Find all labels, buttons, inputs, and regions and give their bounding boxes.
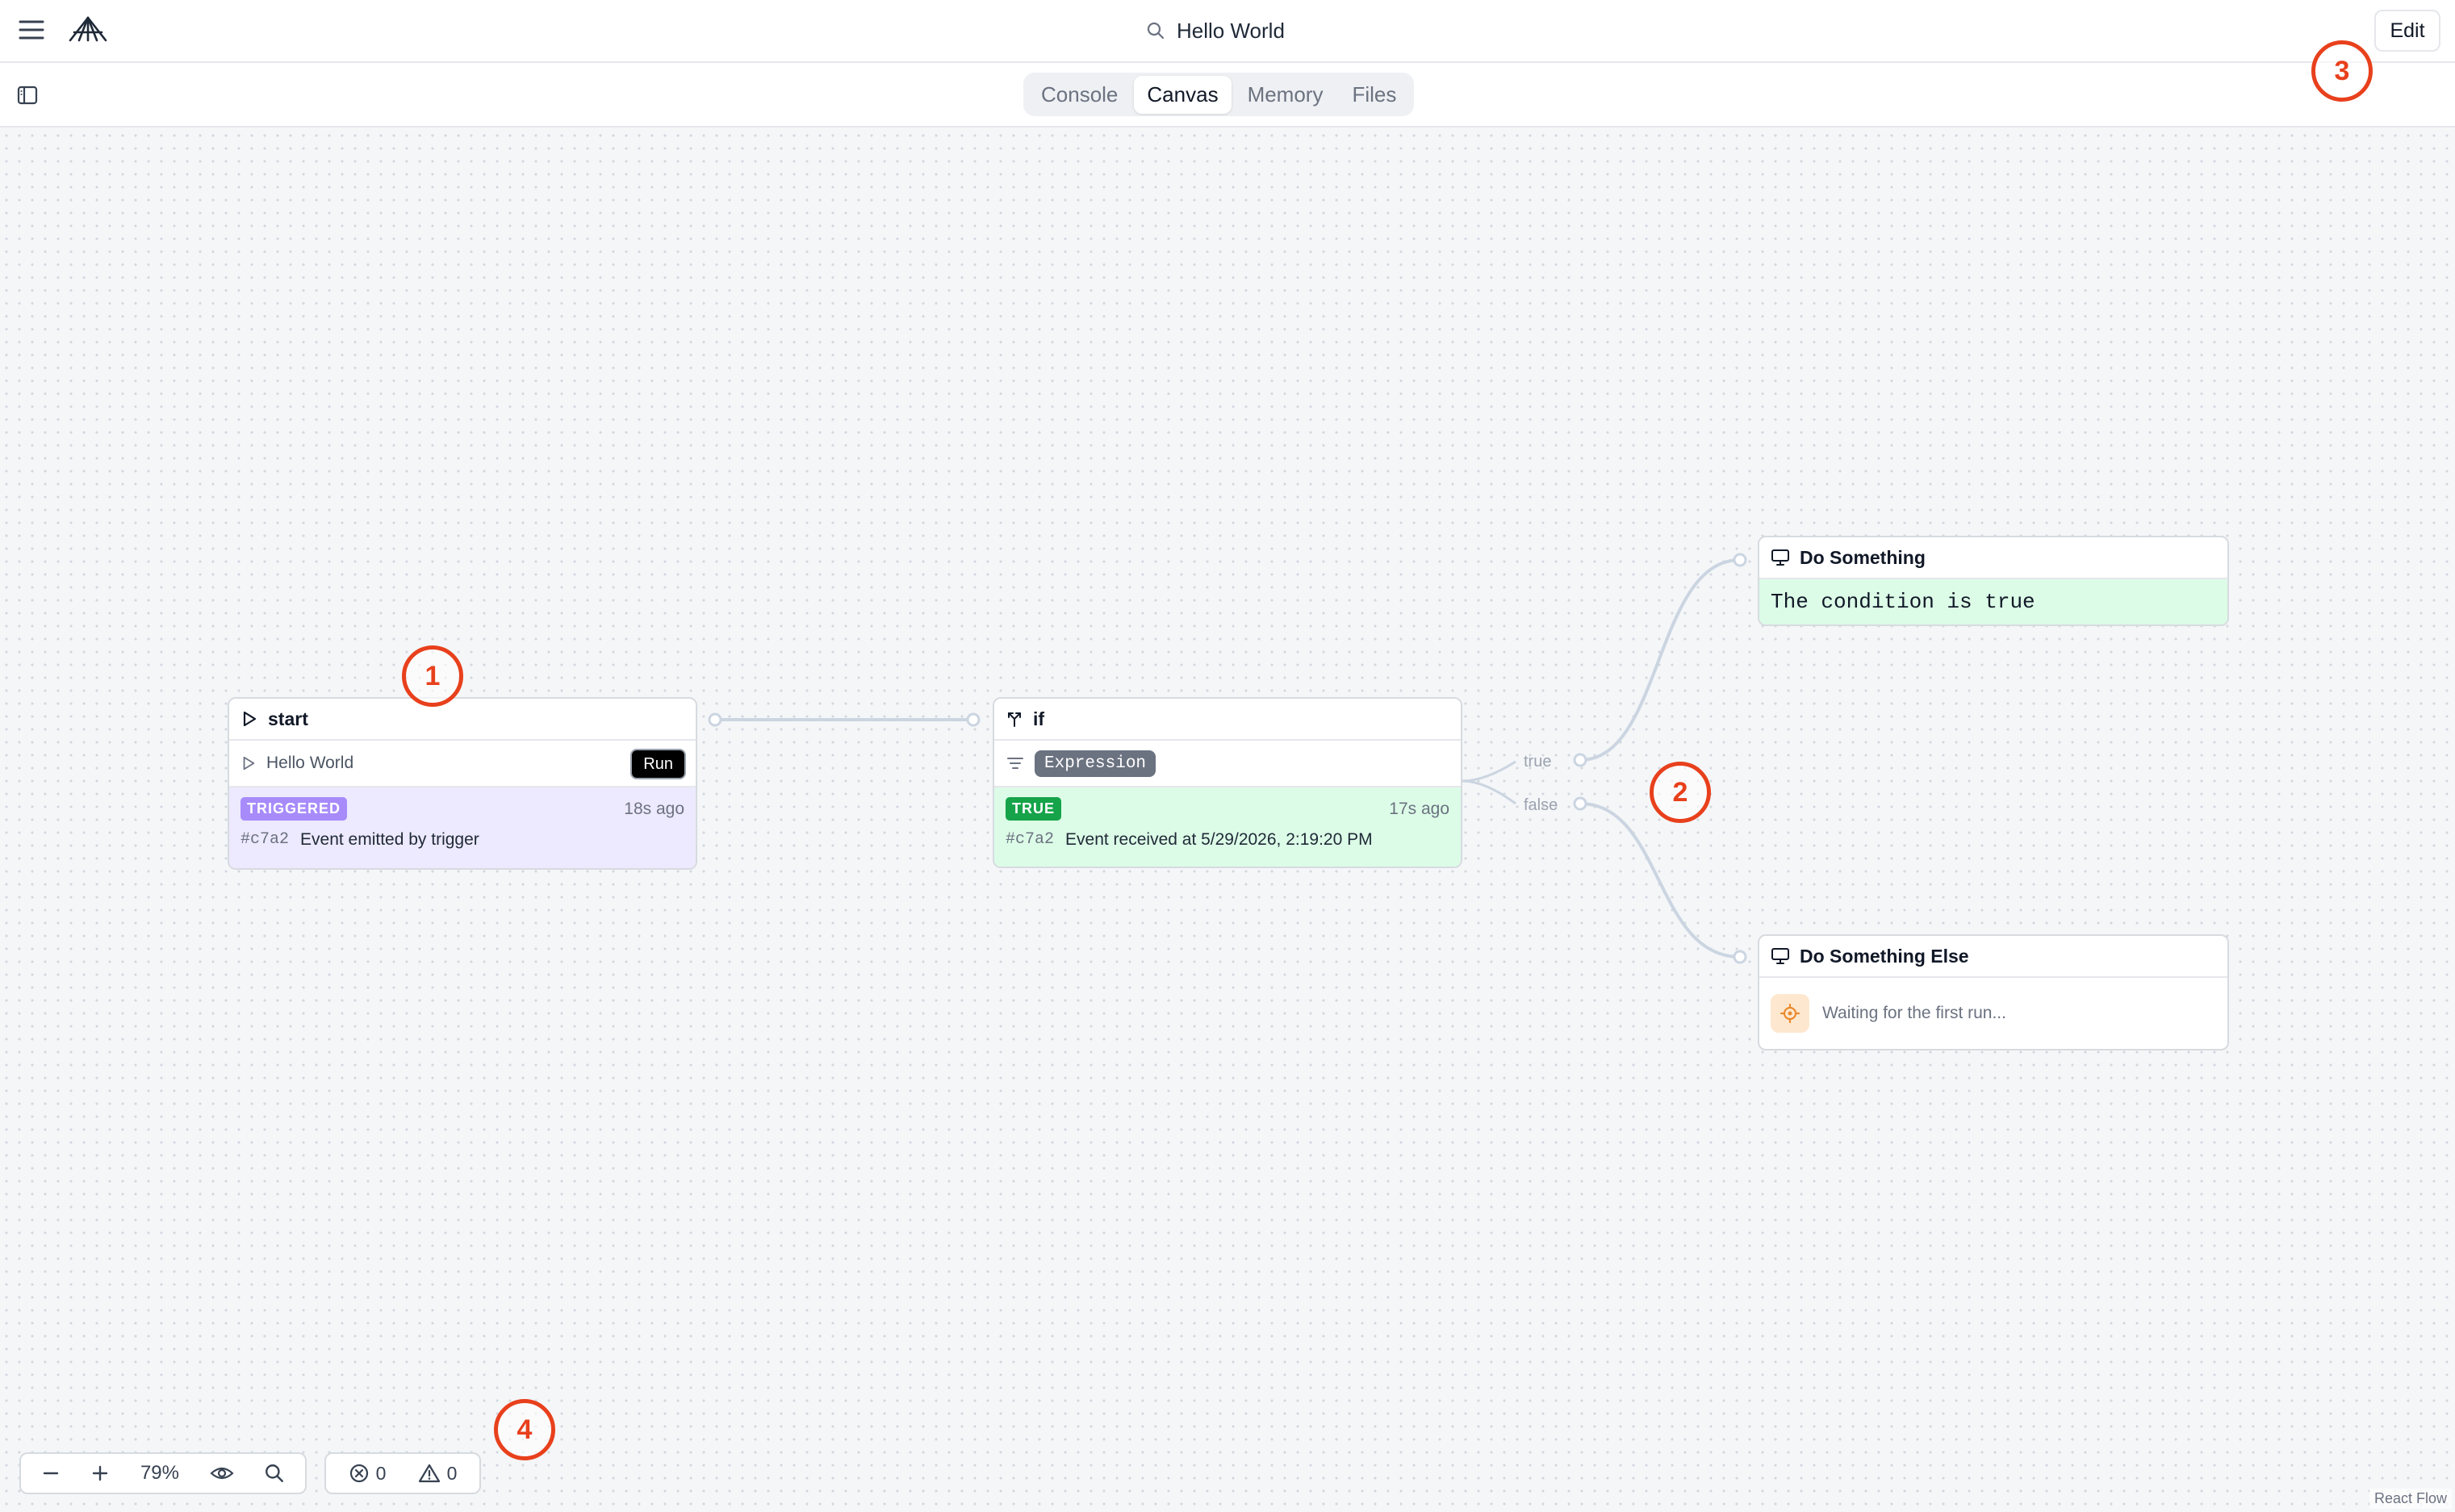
search-icon — [1147, 22, 1165, 40]
expression-badge[interactable]: Expression — [1035, 750, 1156, 777]
warning-triangle-icon — [418, 1464, 440, 1483]
top-bar: Hello World Edit — [0, 0, 2455, 63]
canvas-controls: 79% — [19, 1452, 307, 1494]
trigger-row: Hello World Run — [229, 741, 696, 787]
event-message: Event received at 5/29/2026, 2:19:20 PM — [1065, 830, 1373, 849]
view-tabs-bar: Console Canvas Memory Files — [0, 63, 2455, 127]
edge-label-false: false — [1524, 796, 1558, 814]
tab-canvas[interactable]: Canvas — [1134, 75, 1232, 114]
edge-handle[interactable] — [1573, 753, 1587, 767]
zoom-level[interactable]: 79% — [140, 1462, 179, 1485]
expression-row: Expression — [994, 741, 1461, 787]
node-header: start — [229, 699, 696, 741]
tab-files[interactable]: Files — [1339, 76, 1409, 114]
edge-if-false-split — [1462, 779, 1516, 805]
node-output: The condition is true — [1759, 579, 2227, 624]
waiting-text: Waiting for the first run... — [1822, 1004, 2006, 1022]
branch-icon — [1008, 712, 1021, 727]
node-header: Do Something Else — [1759, 936, 2227, 978]
event-id: #c7a2 — [1006, 830, 1055, 849]
waiting-state: Waiting for the first run... — [1759, 978, 2227, 1049]
node-header: Do Something — [1759, 537, 2227, 579]
error-circle-icon — [349, 1464, 368, 1483]
edge-handle[interactable] — [1573, 796, 1587, 811]
play-icon — [243, 756, 255, 771]
edge-handle[interactable] — [1733, 553, 1747, 567]
node-do-something-else[interactable]: Do Something Else Waiting for the first … — [1758, 934, 2229, 1050]
monitor-icon — [1771, 948, 1789, 964]
flow-canvas[interactable]: true false start Hello World Run TRIGGER… — [0, 129, 2455, 1512]
run-button[interactable]: Run — [630, 749, 686, 779]
annotation-marker-1: 1 — [402, 645, 463, 707]
eye-icon[interactable] — [209, 1464, 234, 1483]
edge-true-to-do-something[interactable] — [1579, 558, 1741, 762]
edit-button[interactable]: Edit — [2374, 10, 2440, 52]
node-title: if — [1033, 708, 1045, 729]
workflow-search[interactable]: Hello World — [1146, 15, 1285, 47]
sidebar-toggle-icon[interactable] — [16, 84, 39, 107]
zoom-in-icon[interactable] — [90, 1464, 110, 1483]
play-icon — [243, 711, 257, 727]
node-if[interactable]: if Expression TRUE 17s ago #c7a2 Event r… — [993, 697, 1462, 868]
trigger-name: Hello World — [266, 754, 354, 772]
view-tabs: Console Canvas Memory Files — [1023, 73, 1415, 116]
search-icon[interactable] — [264, 1463, 285, 1484]
edge-label-true: true — [1524, 753, 1551, 771]
event-message: Event emitted by trigger — [300, 830, 479, 849]
node-title: start — [268, 708, 308, 729]
annotation-marker-2: 2 — [1650, 762, 1711, 823]
edge-if-true-split — [1462, 760, 1516, 783]
status-badge: TRUE — [1006, 797, 1061, 821]
zoom-out-icon[interactable] — [41, 1464, 61, 1483]
event-time: 17s ago — [1389, 799, 1449, 818]
warnings-value: 0 — [446, 1462, 458, 1484]
event-id: #c7a2 — [240, 830, 290, 849]
edge-false-to-do-something-else[interactable] — [1579, 802, 1741, 959]
node-title: Do Something Else — [1800, 945, 1969, 967]
errors-value: 0 — [375, 1462, 387, 1484]
event-time: 18s ago — [624, 799, 684, 818]
react-flow-attribution[interactable]: React Flow — [2369, 1489, 2452, 1509]
edge-handle[interactable] — [708, 712, 722, 727]
annotation-marker-3: 3 — [2311, 40, 2373, 102]
hamburger-menu-icon[interactable] — [18, 16, 45, 44]
node-start[interactable]: start Hello World Run TRIGGERED 18s ago … — [228, 697, 697, 870]
waiting-icon — [1771, 994, 1809, 1033]
status-badge: TRIGGERED — [240, 797, 348, 821]
edge-handle[interactable] — [966, 712, 981, 727]
warnings-count[interactable]: 0 — [418, 1462, 458, 1485]
last-event-panel[interactable]: TRIGGERED 18s ago #c7a2 Event emitted by… — [229, 787, 696, 868]
annotation-marker-4: 4 — [494, 1399, 555, 1460]
tab-console[interactable]: Console — [1028, 76, 1131, 114]
filter-icon — [1007, 758, 1023, 769]
edge-handle[interactable] — [1733, 950, 1747, 964]
monitor-icon — [1771, 549, 1789, 566]
app-logo-icon[interactable] — [68, 13, 108, 45]
last-event-panel[interactable]: TRUE 17s ago #c7a2 Event received at 5/2… — [994, 787, 1461, 867]
node-do-something[interactable]: Do Something The condition is true — [1758, 536, 2229, 626]
node-title: Do Something — [1800, 546, 1926, 568]
tab-memory[interactable]: Memory — [1235, 76, 1336, 114]
errors-count[interactable]: 0 — [349, 1462, 387, 1485]
node-header: if — [994, 699, 1461, 741]
workflow-title: Hello World — [1177, 18, 1285, 43]
issues-summary[interactable]: 0 0 — [324, 1452, 481, 1494]
